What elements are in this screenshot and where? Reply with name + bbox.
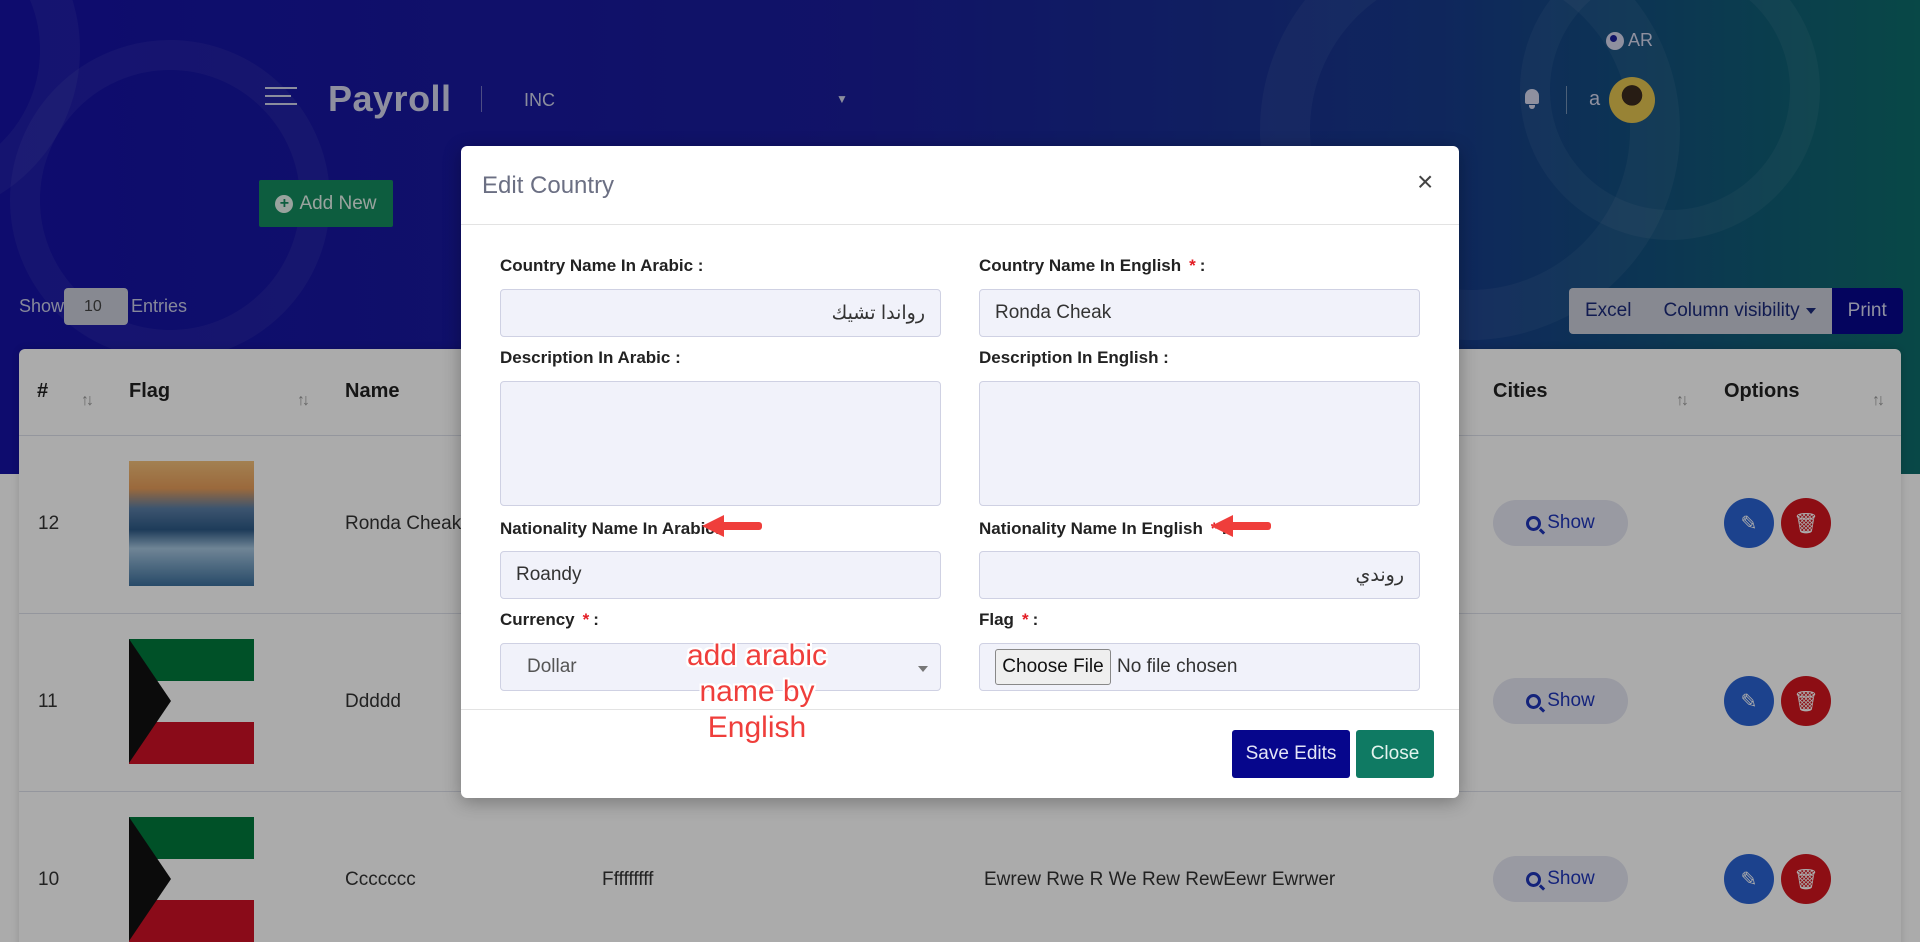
required-mark: * xyxy=(1189,256,1196,275)
desc-en-label: Description In English : xyxy=(979,348,1169,367)
close-icon[interactable]: × xyxy=(1417,168,1433,196)
nationality-ar-input[interactable]: Roandy xyxy=(500,551,941,599)
flag-file-input[interactable]: Choose File No file chosen xyxy=(979,643,1420,691)
annotation-arrow-icon xyxy=(702,515,762,537)
close-button[interactable]: Close xyxy=(1356,730,1434,778)
required-mark: * xyxy=(1021,610,1029,629)
country-name-ar-input[interactable]: رواندا تشيك xyxy=(500,289,941,337)
desc-ar-label: Description In Arabic : xyxy=(500,348,681,367)
choose-file-button[interactable]: Choose File xyxy=(995,649,1111,685)
modal-header: Edit Country × xyxy=(461,146,1459,225)
nationality-en-label: Nationality Name In English *: xyxy=(979,519,1228,538)
no-file-label: No file chosen xyxy=(1117,656,1238,677)
currency-label: Currency *: xyxy=(500,610,599,629)
required-mark: * xyxy=(582,610,590,629)
flag-label: Flag *: xyxy=(979,610,1039,629)
chevron-down-icon xyxy=(918,666,928,672)
country-ar-label: Country Name In Arabic : xyxy=(500,256,704,275)
annotation-note: add arabic name by English xyxy=(686,639,828,744)
country-en-label: Country Name In English *: xyxy=(979,256,1206,275)
annotation-arrow-icon xyxy=(1211,515,1271,537)
country-name-en-input[interactable]: Ronda Cheak xyxy=(979,289,1420,337)
modal-title: Edit Country xyxy=(482,172,615,199)
nationality-en-input[interactable]: روندي xyxy=(979,551,1420,599)
save-edits-button[interactable]: Save Edits xyxy=(1232,730,1350,778)
edit-country-modal: Edit Country × Country Name In Arabic : … xyxy=(461,146,1459,798)
description-en-textarea[interactable] xyxy=(979,381,1420,506)
description-ar-textarea[interactable] xyxy=(500,381,941,506)
nationality-ar-label: Nationality Name In Arabic: xyxy=(500,519,721,538)
